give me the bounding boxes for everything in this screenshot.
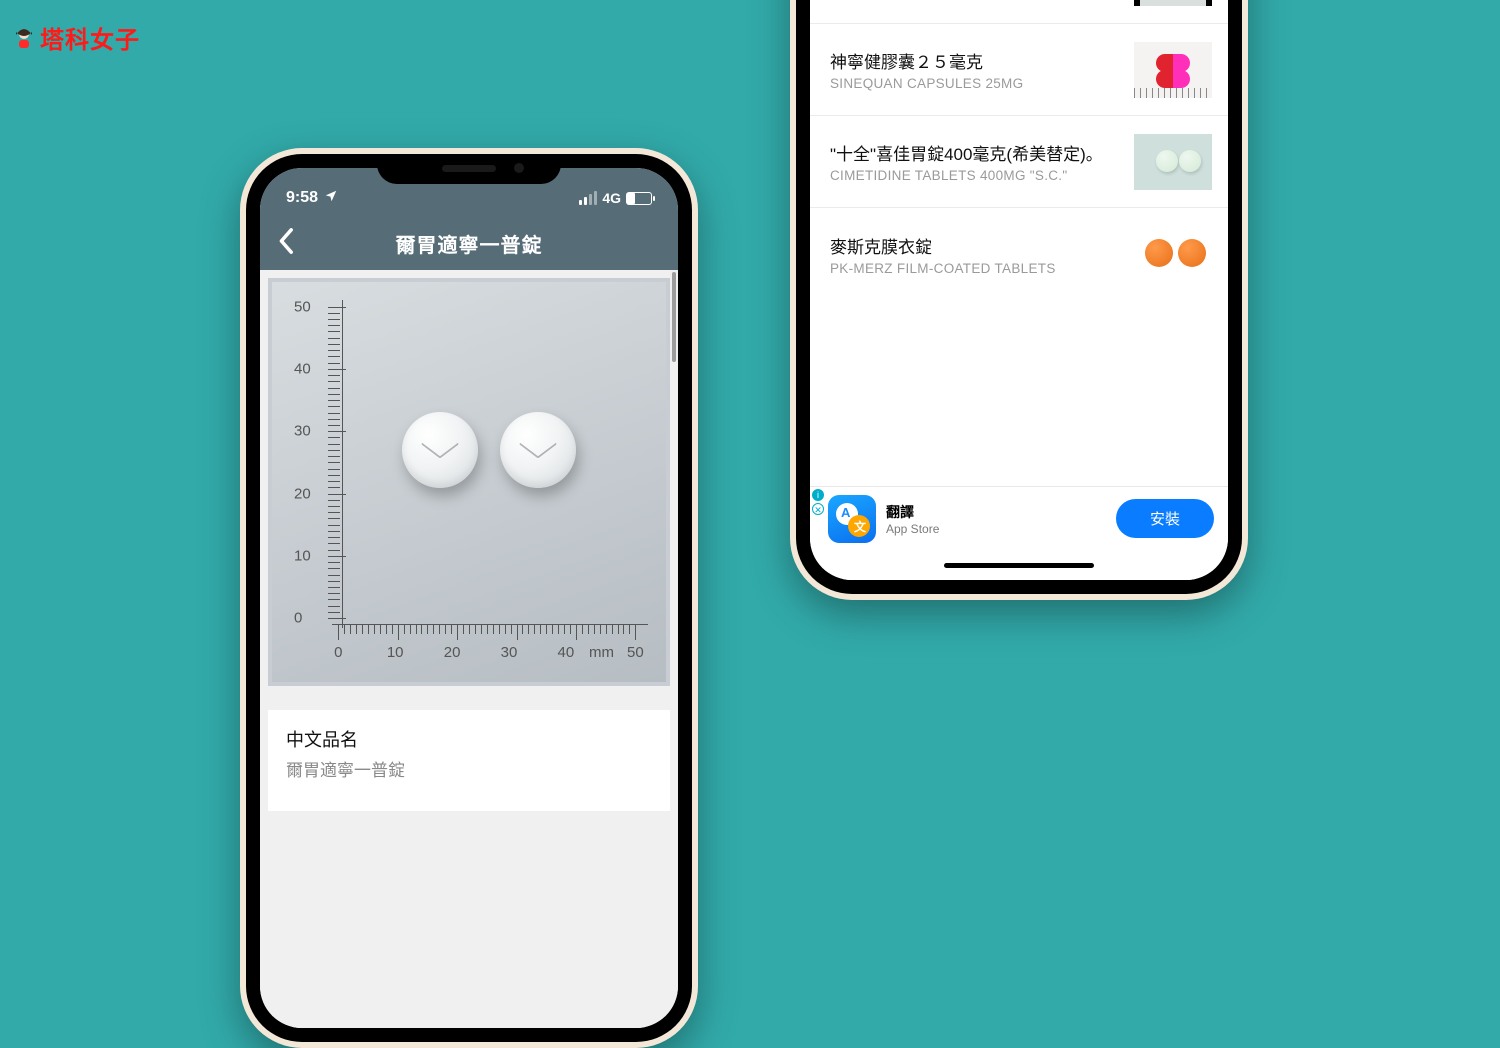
install-button[interactable]: 安裝 — [1116, 499, 1214, 538]
site-watermark: 塔科女子 — [12, 20, 140, 55]
ruler-unit: mm — [589, 644, 614, 661]
home-indicator[interactable] — [944, 563, 1094, 568]
list-item-thumb — [1134, 134, 1212, 190]
info-card: 中文品名 爾胃適寧一普錠 — [268, 710, 670, 811]
list-item[interactable]: 麥斯克膜衣錠 PK-MERZ FILM-COATED TABLETS — [810, 208, 1228, 300]
ruler-horizontal: 0 10 20 30 40 50 mm — [332, 624, 648, 668]
phone-notch — [377, 154, 561, 184]
phone-mockup-list: 愛可舒痰發泡錠200毫克 Stacytine 200 "仙台"胃佳寧錠10毫克（… — [790, 0, 1248, 600]
ad-title: 翻譯 — [886, 502, 1106, 522]
nav-title: 爾胃適寧一普錠 — [260, 229, 678, 258]
status-time: 9:58 — [286, 189, 318, 207]
list-item-thumb — [1134, 226, 1212, 282]
ad-close-icon[interactable]: ✕ — [812, 503, 824, 515]
list-item[interactable]: "十全"喜佳胃錠400毫克(希美替定)。 CIMETIDINE TABLETS … — [810, 116, 1228, 208]
list-item-subtitle: SINEQUAN CAPSULES 25MG — [830, 76, 1120, 91]
info-field-value: 爾胃適寧一普錠 — [286, 756, 652, 781]
info-field-label: 中文品名 — [286, 726, 652, 752]
ruler-vertical: 50 40 30 20 10 0 — [294, 300, 334, 628]
watermark-avatar-icon — [12, 26, 36, 50]
list-item-thumb — [1134, 42, 1212, 98]
list-item-title: 麥斯克膜衣錠 — [830, 233, 1120, 258]
list-item[interactable]: "仙台"胃佳寧錠10毫克（歐西拉因） OXETHAZAINE TABLETS "… — [810, 0, 1228, 24]
list-item-title: "十全"喜佳胃錠400毫克(希美替定)。 — [830, 140, 1120, 165]
ad-banner[interactable]: i ✕ A 文 翻譯 App Store 安裝 — [810, 486, 1228, 550]
ad-badges: i ✕ — [812, 489, 824, 515]
phone-mockup-detail: 9:58 4G 爾胃適寧一普錠 — [240, 148, 698, 1048]
ad-info-icon[interactable]: i — [812, 489, 824, 501]
detail-scroll-area[interactable]: 50 40 30 20 10 0 0 10 20 30 — [260, 270, 678, 1028]
list-item-title: 神寧健膠囊２５毫克 — [830, 48, 1120, 73]
drug-list[interactable]: 愛可舒痰發泡錠200毫克 Stacytine 200 "仙台"胃佳寧錠10毫克（… — [810, 0, 1228, 486]
ad-subtitle: App Store — [886, 522, 1106, 536]
battery-icon — [626, 192, 652, 205]
watermark-text: 塔科女子 — [40, 20, 140, 55]
nav-bar: 爾胃適寧一普錠 — [260, 216, 678, 270]
home-indicator-area — [810, 550, 1228, 580]
status-network: 4G — [602, 190, 621, 206]
drug-photo-card: 50 40 30 20 10 0 0 10 20 30 — [268, 278, 670, 686]
list-item[interactable]: 神寧健膠囊２５毫克 SINEQUAN CAPSULES 25MG — [810, 24, 1228, 116]
pill-image-1 — [402, 412, 478, 488]
list-item-thumb — [1134, 0, 1212, 6]
list-item-subtitle: CIMETIDINE TABLETS 400MG "S.C." — [830, 168, 1120, 183]
location-arrow-icon — [324, 189, 338, 208]
signal-bars-icon — [579, 191, 597, 205]
ad-app-icon: A 文 — [828, 495, 876, 543]
list-item-subtitle: PK-MERZ FILM-COATED TABLETS — [830, 261, 1120, 276]
drug-photo: 50 40 30 20 10 0 0 10 20 30 — [272, 282, 666, 682]
back-button[interactable] — [278, 227, 296, 260]
pill-image-2 — [500, 412, 576, 488]
scroll-indicator — [672, 272, 676, 362]
